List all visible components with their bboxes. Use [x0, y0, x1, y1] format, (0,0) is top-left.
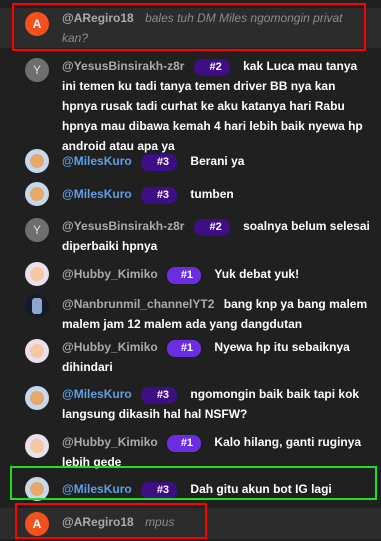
avatar-face-icon — [30, 344, 44, 358]
avatar-figure-icon — [32, 298, 42, 314]
highlight-box-bottom — [15, 503, 207, 539]
chat-message[interactable]: @MilesKuro #3 tumben — [0, 182, 381, 206]
avatar[interactable] — [25, 294, 49, 318]
chat-message[interactable]: @Hubby_Kimiko #1 Nyewa hp itu sebaiknya … — [0, 337, 381, 377]
author-name[interactable]: @Nanbrunmil_channelYT2 — [62, 297, 214, 311]
chat-message[interactable]: @MilesKuro #3 Berani ya — [0, 149, 381, 173]
author-name[interactable]: @Hubby_Kimiko — [62, 340, 158, 354]
avatar-face-icon — [30, 391, 44, 405]
author-name[interactable]: @MilesKuro — [62, 187, 132, 201]
member-badge: #3 — [141, 187, 178, 204]
avatar[interactable]: Y — [25, 218, 49, 242]
message-text: Berani ya — [190, 154, 245, 168]
live-chat-feed[interactable]: A @ARegiro18 bales tuh DM Miles ngomongi… — [0, 0, 381, 541]
author-name[interactable]: @MilesKuro — [62, 154, 132, 168]
avatar[interactable] — [25, 149, 49, 173]
highlight-box-green — [10, 466, 377, 500]
chat-message[interactable]: @Hubby_Kimiko #1 Yuk debat yuk! — [0, 262, 381, 286]
author-name[interactable]: @Hubby_Kimiko — [62, 435, 158, 449]
avatar-face-icon — [30, 154, 44, 168]
member-badge: #3 — [141, 387, 178, 404]
member-badge: #1 — [167, 435, 202, 452]
chat-message[interactable]: @Nanbrunmil_channelYT2 bang knp ya bang … — [0, 294, 381, 334]
member-badge: #1 — [167, 267, 202, 284]
member-badge: #3 — [141, 154, 178, 171]
member-badge: #2 — [193, 59, 230, 76]
member-badge: #2 — [193, 219, 230, 236]
chat-message[interactable]: Y @YesusBinsirakh-z8r #2 soalnya belum s… — [0, 216, 381, 256]
author-name[interactable]: @YesusBinsirakh-z8r — [62, 219, 184, 233]
avatar[interactable] — [25, 386, 49, 410]
chat-message[interactable]: Y @YesusBinsirakh-z8r #2 kak Luca mau ta… — [0, 56, 381, 156]
message-text: Yuk debat yuk! — [214, 267, 300, 281]
chat-message[interactable]: @MilesKuro #3 ngomongin baik baik tapi k… — [0, 384, 381, 424]
author-name[interactable]: @MilesKuro — [62, 387, 132, 401]
member-badge: #1 — [167, 340, 202, 357]
avatar[interactable] — [25, 262, 49, 286]
author-name[interactable]: @YesusBinsirakh-z8r — [62, 59, 184, 73]
avatar-face-icon — [30, 267, 44, 281]
avatar[interactable]: Y — [25, 58, 49, 82]
highlight-box-top — [12, 3, 366, 51]
avatar[interactable] — [25, 339, 49, 363]
avatar-face-icon — [30, 187, 44, 201]
message-text: tumben — [190, 187, 234, 201]
avatar[interactable] — [25, 434, 49, 458]
avatar-face-icon — [30, 439, 44, 453]
author-name[interactable]: @Hubby_Kimiko — [62, 267, 158, 281]
avatar[interactable] — [25, 182, 49, 206]
